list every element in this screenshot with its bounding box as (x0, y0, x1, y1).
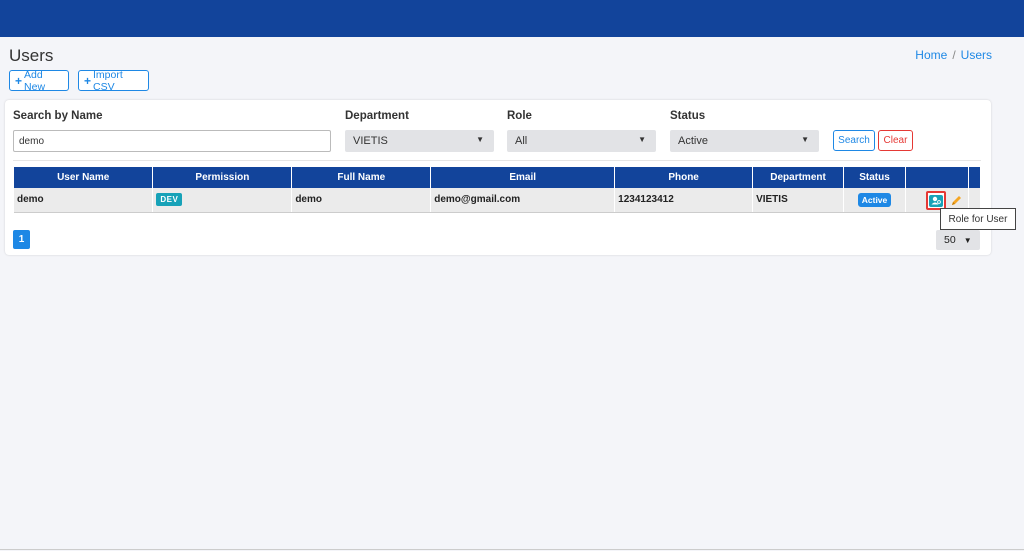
column-header-email: Email (430, 167, 616, 188)
department-select-value: VIETIS (353, 135, 388, 147)
status-select-value: Active (678, 135, 708, 147)
per-page-value: 50 (944, 234, 956, 246)
user-role-icon (929, 194, 943, 207)
caret-down-icon: ▼ (476, 135, 484, 144)
column-header-full-name: Full Name (291, 167, 432, 188)
cell-phone: 1234123412 (614, 188, 754, 213)
top-navbar (0, 0, 1024, 37)
add-new-button[interactable]: + Add New (9, 68, 69, 93)
table-header-row: User Name Permission Full Name Email Pho… (14, 167, 982, 188)
edit-user-button[interactable] (949, 193, 963, 208)
add-new-label: Add New (24, 68, 46, 93)
role-select-value: All (515, 135, 528, 147)
search-by-name-label: Search by Name (13, 110, 103, 122)
import-csv-button[interactable]: + Import CSV (78, 68, 149, 93)
import-csv-label: Import CSV (93, 68, 123, 93)
divider (13, 160, 981, 161)
column-header-phone: Phone (614, 167, 754, 188)
status-select[interactable]: Active ▼ (670, 130, 819, 152)
role-label: Role (507, 110, 532, 122)
column-header-status: Status (843, 167, 906, 188)
cell-status: Active (843, 188, 906, 213)
column-header-user-name: User Name (14, 167, 154, 188)
caret-down-icon: ▼ (638, 135, 646, 144)
column-header-spacer (968, 167, 982, 188)
caret-down-icon: ▼ (963, 235, 972, 245)
users-table: User Name Permission Full Name Email Pho… (14, 167, 982, 213)
search-button[interactable]: Search (833, 130, 875, 151)
plus-icon: + (84, 73, 92, 88)
breadcrumb: Home / Users (915, 48, 992, 62)
status-badge: Active (857, 192, 892, 207)
breadcrumb-home-link[interactable]: Home (915, 48, 947, 62)
caret-down-icon: ▼ (801, 135, 809, 144)
department-select[interactable]: VIETIS ▼ (345, 130, 494, 152)
column-header-actions (905, 167, 969, 188)
cell-email: demo@gmail.com (430, 188, 616, 213)
page-title: Users (9, 46, 54, 65)
clear-button[interactable]: Clear (878, 130, 913, 151)
permission-badge: DEV (156, 193, 183, 207)
role-for-user-tooltip: Role for User (940, 208, 1016, 230)
breadcrumb-current[interactable]: Users (961, 48, 992, 62)
department-label: Department (345, 110, 409, 122)
pagination-page-1[interactable]: 1 (13, 230, 30, 249)
cell-department: VIETIS (752, 188, 845, 213)
table-row: demo DEV demo demo@gmail.com 1234123412 … (14, 188, 982, 213)
role-select[interactable]: All ▼ (507, 130, 656, 152)
cell-full-name: demo (291, 188, 432, 213)
per-page-select[interactable]: 50 ▼ (936, 230, 980, 250)
users-card: Search by Name Department VIETIS ▼ Role … (5, 100, 991, 255)
status-label: Status (670, 110, 706, 122)
cell-user-name: demo (14, 188, 154, 213)
cell-permission: DEV (152, 188, 293, 213)
plus-icon: + (15, 73, 23, 88)
footer-divider (0, 549, 1024, 550)
column-header-department: Department (752, 167, 845, 188)
search-name-input[interactable] (13, 130, 331, 152)
breadcrumb-separator: / (952, 48, 956, 62)
column-header-permission: Permission (152, 167, 293, 188)
pencil-icon (951, 196, 961, 205)
